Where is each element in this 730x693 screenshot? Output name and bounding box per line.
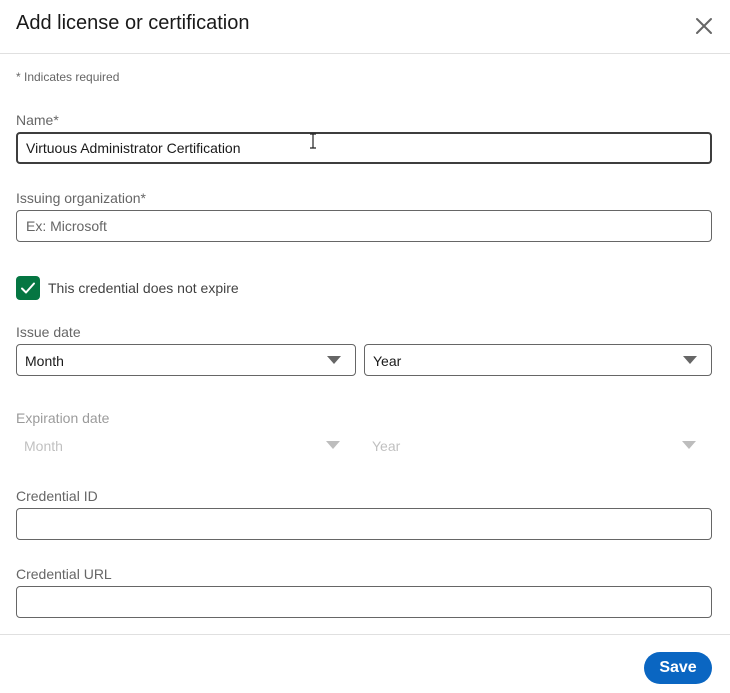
issue-month-select[interactable]: Month (16, 344, 356, 376)
credential-id-input[interactable] (16, 508, 712, 540)
issue-year-select[interactable]: Year (364, 344, 712, 376)
chevron-down-icon (682, 441, 696, 449)
add-license-dialog: Add license or certification * Indicates… (0, 0, 730, 693)
no-expire-checkbox[interactable] (16, 276, 40, 300)
issue-month-value: Month (25, 353, 64, 369)
required-note: * Indicates required (16, 70, 120, 84)
issuing-org-label: Issuing organization* (16, 190, 146, 206)
close-icon (696, 18, 712, 34)
issue-year-value: Year (373, 353, 402, 369)
issue-date-label: Issue date (16, 324, 81, 340)
no-expire-label[interactable]: This credential does not expire (48, 280, 239, 296)
expiration-year-select: Year (364, 430, 712, 462)
expiration-date-label: Expiration date (16, 410, 110, 426)
checkmark-icon (21, 282, 35, 294)
save-button[interactable]: Save (644, 652, 712, 684)
issuing-org-input[interactable] (16, 210, 712, 242)
chevron-down-icon (326, 441, 340, 449)
name-label: Name* (16, 112, 59, 128)
dialog-title: Add license or certification (16, 12, 250, 34)
name-input[interactable] (16, 132, 712, 164)
chevron-down-icon (327, 356, 341, 364)
close-button[interactable] (690, 12, 718, 40)
expiration-year-value: Year (372, 438, 401, 454)
credential-url-label: Credential URL (16, 566, 112, 582)
text-cursor-icon (310, 133, 316, 149)
expiration-month-select: Month (16, 430, 356, 462)
chevron-down-icon (683, 356, 697, 364)
expiration-month-value: Month (24, 438, 63, 454)
credential-id-label: Credential ID (16, 488, 98, 504)
credential-url-input[interactable] (16, 586, 712, 618)
dialog-footer: Save (0, 634, 730, 693)
dialog-header: Add license or certification (0, 0, 730, 54)
